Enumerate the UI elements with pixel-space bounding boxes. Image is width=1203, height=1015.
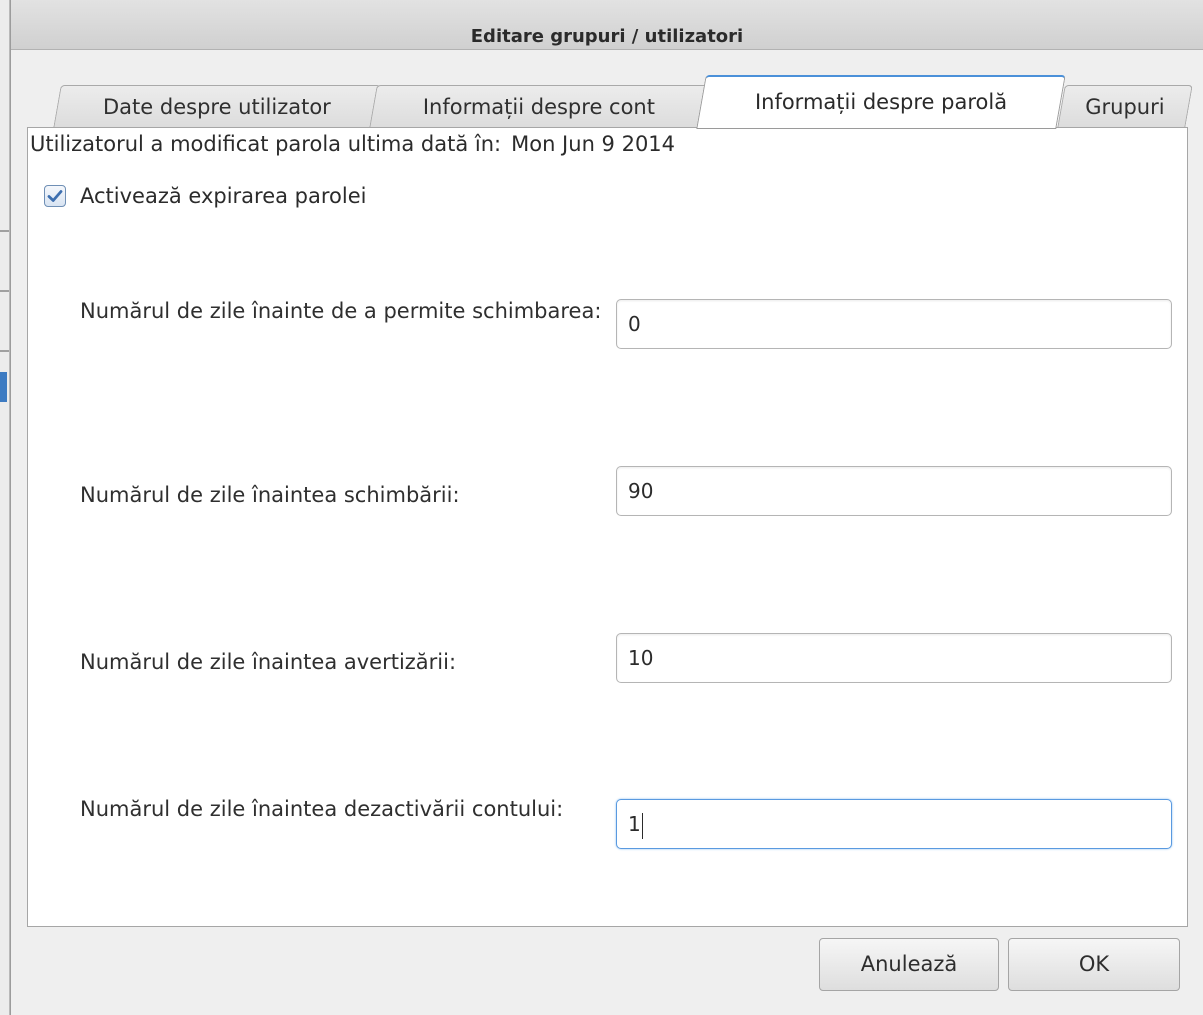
min-days-label: Numărul de zile înainte de a permite sch… [80, 299, 602, 323]
tab-password-info-label: Informații despre parolă [754, 90, 1008, 114]
warn-days-label: Numărul de zile înaintea avertizării: [80, 650, 457, 674]
inactive-days-value: 1 [628, 812, 641, 836]
window-title: Editare grupuri / utilizatori [470, 26, 744, 47]
cancel-button[interactable]: Anulează [819, 938, 999, 991]
password-expiration-checkbox[interactable] [44, 185, 66, 207]
warn-days-input[interactable]: 10 [616, 633, 1172, 683]
edge-selection-marker [0, 372, 7, 402]
max-days-input[interactable]: 90 [616, 466, 1172, 516]
edge-tick [0, 230, 9, 232]
password-expiration-label: Activează expirarea parolei [80, 184, 367, 208]
edit-groups-users-dialog: Editare grupuri / utilizatori Date despr… [10, 0, 1203, 1015]
edge-tick [0, 350, 9, 352]
tab-bar: Date despre utilizator Informații despre… [11, 72, 1203, 129]
ok-button[interactable]: OK [1008, 938, 1180, 991]
password-info-panel: Utilizatorul a modificat parola ultima d… [27, 127, 1188, 927]
checkmark-icon [47, 190, 63, 202]
tab-groups-label: Grupuri [1085, 95, 1165, 119]
max-days-label: Numărul de zile înaintea schimbării: [80, 483, 460, 507]
text-caret [641, 812, 643, 839]
tab-account-info-label: Informații despre cont [422, 95, 655, 119]
inactive-days-label: Numărul de zile înaintea dezactivării co… [80, 797, 564, 821]
background-window-edge [0, 0, 10, 1015]
tab-user-data-label: Date despre utilizator [103, 95, 331, 119]
edge-tick [0, 290, 9, 292]
password-expiration-option[interactable]: Activează expirarea parolei [44, 182, 366, 210]
inactive-days-input[interactable]: 1 [616, 799, 1172, 849]
tab-account-info[interactable]: Informații despre cont [369, 85, 709, 128]
min-days-input[interactable]: 0 [616, 299, 1172, 349]
tab-user-data[interactable]: Date despre utilizator [53, 85, 381, 128]
title-bar[interactable]: Editare grupuri / utilizatori [11, 0, 1203, 50]
tab-groups[interactable]: Grupuri [1057, 85, 1193, 128]
last-changed-info: Utilizatorul a modificat parola ultima d… [30, 132, 675, 156]
tab-password-info[interactable]: Informații despre parolă [696, 75, 1066, 129]
last-changed-label: Utilizatorul a modificat parola ultima d… [30, 132, 502, 156]
last-changed-date: Mon Jun 9 2014 [511, 132, 676, 156]
